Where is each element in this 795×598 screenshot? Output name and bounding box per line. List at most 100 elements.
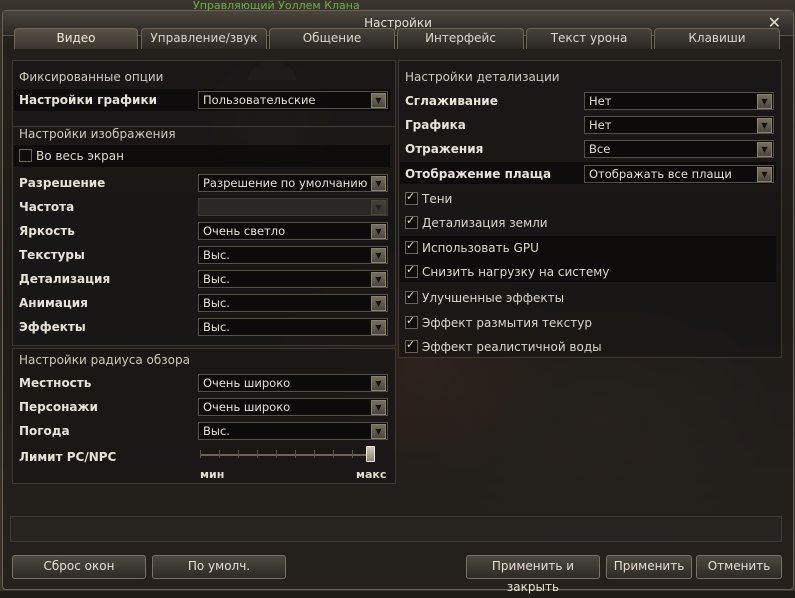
- apply-button[interactable]: Применить: [606, 555, 692, 579]
- detail-select[interactable]: Выс. ▼: [198, 270, 388, 288]
- resolution-value: Разрешение по умолчанию: [203, 176, 368, 190]
- slider-tick: [295, 450, 296, 458]
- slider-tick: [238, 450, 239, 458]
- chevron-down-icon: ▼: [757, 142, 772, 157]
- terrain-select[interactable]: Очень широко ▼: [198, 374, 388, 392]
- antialiasing-select[interactable]: Нет ▼: [584, 92, 774, 110]
- slider-min-label: мин: [200, 468, 225, 481]
- cloak-display-value: Отображать все плащи: [589, 167, 732, 181]
- cloak-display-select[interactable]: Отображать все плащи ▼: [584, 165, 774, 183]
- slider-tick: [219, 450, 220, 458]
- detail-settings-title: Настройки детализации: [405, 70, 560, 84]
- animation-label: Анимация: [19, 296, 88, 310]
- chevron-down-icon: ▼: [371, 176, 386, 191]
- resolution-label: Разрешение: [19, 176, 106, 190]
- defaults-button[interactable]: По умолч.: [152, 555, 286, 579]
- chevron-down-icon: ▼: [757, 118, 772, 133]
- reset-windows-button[interactable]: Сброс окон: [12, 555, 146, 579]
- animation-select[interactable]: Выс. ▼: [198, 294, 388, 312]
- ground-detail-checkbox[interactable]: [405, 214, 418, 229]
- shadows-checkbox[interactable]: [405, 190, 418, 205]
- antialiasing-label: Сглаживание: [405, 94, 498, 108]
- apply-close-button[interactable]: Применить и закрыть: [466, 555, 600, 594]
- slider-tick: [314, 450, 315, 458]
- graphics-quality-value: Нет: [589, 118, 612, 132]
- terrain-value: Очень широко: [203, 376, 291, 390]
- brightness-label: Яркость: [19, 224, 75, 238]
- resolution-select[interactable]: Разрешение по умолчанию ▼: [198, 174, 388, 192]
- enhanced-effects-checkbox[interactable]: [405, 289, 418, 304]
- chevron-down-icon: ▼: [371, 376, 386, 391]
- reflections-select[interactable]: Все ▼: [584, 140, 774, 158]
- footer-bar: [10, 516, 782, 542]
- fullscreen-label: Во весь экран: [36, 149, 124, 163]
- detail-value: Выс.: [203, 272, 230, 286]
- chevron-down-icon: ▼: [371, 400, 386, 415]
- enhanced-effects-label: Улучшенные эффекты: [422, 291, 565, 305]
- refresh-rate-label: Частота: [19, 200, 75, 214]
- texture-blur-checkbox[interactable]: [405, 314, 418, 329]
- chevron-down-icon: ▼: [371, 272, 386, 287]
- graphics-label: Настройки графики: [19, 93, 158, 107]
- chevron-down-icon: ▼: [371, 224, 386, 239]
- brightness-select[interactable]: Очень светло ▼: [198, 222, 388, 240]
- effects-select[interactable]: Выс. ▼: [198, 318, 388, 336]
- detail-label: Детализация: [19, 272, 111, 286]
- tab-interface[interactable]: Интерфейс: [397, 28, 524, 49]
- characters-value: Очень широко: [203, 400, 291, 414]
- slider-tick: [352, 450, 353, 458]
- chevron-down-icon: ▼: [371, 424, 386, 439]
- slider-tick: [276, 450, 277, 458]
- image-settings-title: Настройки изображения: [19, 127, 176, 141]
- tab-video[interactable]: Видео: [14, 28, 138, 49]
- tab-keys[interactable]: Клавиши: [654, 28, 780, 49]
- use-gpu-checkbox[interactable]: [405, 239, 418, 254]
- textures-select[interactable]: Выс. ▼: [198, 246, 388, 264]
- realistic-water-label: Эффект реалистичной воды: [422, 340, 602, 354]
- tab-chat[interactable]: Общение: [269, 28, 395, 49]
- pc-npc-limit-label: Лимит PC/NPC: [19, 450, 117, 464]
- textures-value: Выс.: [203, 248, 230, 262]
- tab-damage-text[interactable]: Текст урона: [526, 28, 652, 49]
- cloak-display-label: Отображение плаща: [405, 167, 552, 181]
- tab-controls-sound[interactable]: Управление/звук: [141, 28, 267, 49]
- cancel-button[interactable]: Отменить: [696, 555, 782, 579]
- slider-tick: [333, 450, 334, 458]
- chevron-down-icon: ▼: [757, 167, 772, 182]
- antialiasing-value: Нет: [589, 94, 612, 108]
- graphics-preset-select[interactable]: Пользовательские ▼: [198, 91, 388, 109]
- use-gpu-label: Использовать GPU: [422, 241, 539, 255]
- weather-value: Выс.: [203, 424, 230, 438]
- chevron-down-icon: ▼: [371, 296, 386, 311]
- characters-select[interactable]: Очень широко ▼: [198, 398, 388, 416]
- reduce-load-checkbox[interactable]: [405, 263, 418, 278]
- slider-max-label: макс: [356, 468, 387, 481]
- refresh-rate-select: ▼: [198, 198, 388, 216]
- texture-blur-label: Эффект размытия текстур: [422, 316, 592, 330]
- weather-select[interactable]: Выс. ▼: [198, 422, 388, 440]
- slider-tick: [257, 450, 258, 458]
- fullscreen-checkbox[interactable]: [19, 149, 32, 162]
- brightness-value: Очень светло: [203, 224, 286, 238]
- realistic-water-checkbox[interactable]: [405, 338, 418, 353]
- reflections-label: Отражения: [405, 142, 484, 156]
- textures-label: Текстуры: [19, 248, 85, 262]
- chevron-down-icon: ▼: [371, 248, 386, 263]
- weather-label: Погода: [19, 424, 70, 438]
- effects-label: Эффекты: [19, 320, 86, 334]
- ground-detail-label: Детализация земли: [422, 216, 548, 230]
- graphics-quality-select[interactable]: Нет ▼: [584, 116, 774, 134]
- slider-tick: [200, 450, 201, 458]
- shadows-label: Тени: [422, 192, 453, 206]
- pc-npc-slider-track[interactable]: [200, 454, 370, 456]
- background-caption: Управляющий Уоллем Клана: [193, 0, 360, 12]
- animation-value: Выс.: [203, 296, 230, 310]
- terrain-label: Местность: [19, 376, 92, 390]
- chevron-down-icon: ▼: [371, 93, 386, 108]
- chevron-down-icon: ▼: [757, 94, 772, 109]
- pc-npc-slider-thumb[interactable]: [366, 446, 375, 462]
- effects-value: Выс.: [203, 320, 230, 334]
- chevron-down-icon: ▼: [371, 320, 386, 335]
- graphics-preset-value: Пользовательские: [203, 93, 316, 107]
- reflections-value: Все: [589, 142, 611, 156]
